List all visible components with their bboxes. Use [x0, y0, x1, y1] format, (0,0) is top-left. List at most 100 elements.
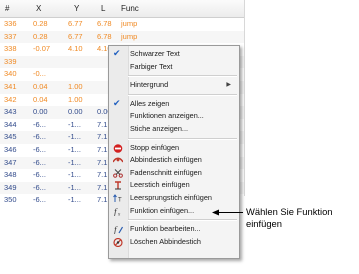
menu-item-gutter — [109, 179, 127, 192]
table-cell-n: 337 — [4, 31, 17, 41]
menu-item-label: Farbiger Text — [130, 61, 173, 71]
table-cell-x: -6... — [33, 132, 46, 142]
menu-separator — [128, 219, 237, 222]
table-cell-y: 6.77 — [68, 19, 83, 28]
menu-item-gutter — [109, 167, 127, 180]
svg-text:f: f — [114, 225, 118, 234]
menu-separator — [128, 137, 237, 140]
table-cell-n: 350 — [4, 195, 17, 205]
table-cell-y: 6.77 — [68, 31, 83, 41]
table-cell-l: 7.1 — [97, 145, 108, 154]
menu-item-leersprungstich-einfügen[interactable]: T Leersprungstich einfügen — [109, 192, 239, 205]
checkmark-icon: ✔ — [113, 48, 121, 58]
table-cell-x: -6... — [33, 195, 46, 205]
table-cell-y: -1... — [68, 119, 81, 129]
menu-item-label: Funktionen anzeigen... — [130, 111, 204, 121]
menu-item-fadenschnitt-einfügen[interactable]: Fadenschnitt einfügen — [109, 167, 239, 180]
table-cell-y: -1... — [68, 132, 81, 142]
menu-item-label: Alles zeigen — [130, 98, 170, 108]
menu-item-abbindestich-einfügen[interactable]: Abbindestich einfügen — [109, 154, 239, 167]
table-cell-n: 343 — [4, 107, 17, 117]
menu-item-gutter — [109, 142, 127, 155]
table-cell-x: 0.28 — [33, 19, 48, 28]
table-cell-x: -0.07 — [33, 44, 51, 54]
callout-text: Wählen Sie Funktion einfügen — [246, 206, 333, 229]
column-header-func[interactable]: Func — [121, 0, 139, 17]
menu-item-leerstich-einfügen[interactable]: Leerstich einfügen — [109, 179, 239, 192]
table-cell-n: 342 — [4, 94, 17, 104]
menu-item-farbiger-text[interactable]: Farbiger Text — [109, 61, 239, 74]
submenu-arrow-icon: ▶ — [226, 82, 231, 89]
table-cell-l: 7.1 — [97, 170, 108, 180]
menu-item-funktionen-anzeigen[interactable]: Funktionen anzeigen... — [109, 110, 239, 123]
column-header-y[interactable]: Y — [74, 0, 79, 17]
table-cell-n: 348 — [4, 170, 17, 180]
table-cell-f: jump — [121, 19, 138, 28]
table-cell-l: 7.1 — [97, 157, 108, 167]
table-cell-n: 345 — [4, 132, 17, 142]
table-cell-n: 346 — [4, 145, 17, 154]
menu-item-gutter: fx — [109, 205, 127, 218]
menu-item-gutter: ✔ — [109, 98, 127, 111]
table-cell-n: 347 — [4, 157, 17, 167]
menu-item-funktion-bearbeiten[interactable]: f Funktion bearbeiten... — [109, 223, 239, 236]
table-cell-x: 0.28 — [33, 31, 48, 41]
menu-separator — [128, 93, 237, 96]
table-cell-f: jump — [121, 31, 138, 41]
menu-item-gutter — [109, 236, 127, 249]
menu-item-stopp-einfügen[interactable]: Stopp einfügen — [109, 142, 239, 155]
table-cell-n: 339 — [4, 56, 17, 66]
table-row[interactable]: 336 0.28 6.77 6.78 jump — [0, 18, 244, 31]
menu-item-label: Hintergrund — [130, 80, 169, 90]
table-cell-y: -1... — [68, 195, 81, 205]
table-cell-l: 7.1 — [97, 132, 108, 142]
table-cell-x: 0.04 — [33, 94, 48, 104]
svg-text:T: T — [118, 198, 122, 204]
table-cell-n: 338 — [4, 44, 17, 54]
menu-item-gutter: ✔ — [109, 48, 127, 61]
menu-item-gutter — [109, 154, 127, 167]
column-header-l[interactable]: L — [101, 0, 105, 17]
table-cell-y: 4.10 — [68, 44, 83, 54]
context-menu: ✔ Schwarzer Text Farbiger Text Hintergrund ▶… — [108, 45, 240, 259]
menu-item-gutter: f — [109, 223, 127, 236]
menu-item-funktion-einfügen[interactable]: f x Funktion einfügen... — [109, 205, 239, 218]
table-cell-x: 0.00 — [33, 107, 48, 117]
menu-item-gutter: T — [109, 192, 127, 205]
menu-item-hintergrund[interactable]: Hintergrund ▶ — [109, 79, 239, 92]
svg-text:x: x — [117, 212, 121, 216]
menu-item-label: Funktion einfügen... — [130, 205, 195, 215]
menu-separator — [128, 75, 237, 78]
table-cell-x: -0... — [33, 69, 46, 79]
menu-item-label: Abbindestich einfügen — [130, 155, 202, 165]
table-cell-l: 7.1 — [97, 195, 108, 205]
menu-item-gutter — [109, 61, 127, 74]
menu-item-label: Schwarzer Text — [130, 49, 180, 58]
menu-item-gutter — [109, 110, 127, 123]
menu-item-gutter — [109, 123, 127, 136]
column-header-x[interactable]: X — [36, 0, 41, 17]
menu-item-löschen-abbindestich[interactable]: Löschen Abbindestich — [109, 236, 239, 249]
menu-item-label: Stopp einfügen — [130, 142, 180, 152]
column-header-index[interactable]: # — [5, 0, 9, 17]
menu-item-label: Fadenschnitt einfügen — [130, 167, 202, 177]
table-cell-y: 1.00 — [68, 82, 83, 91]
menu-item-label: Leerstich einfügen — [130, 180, 190, 190]
menu-item-stiche-anzeigen[interactable]: Stiche anzeigen... — [109, 123, 239, 136]
checkmark-icon: ✔ — [113, 97, 121, 108]
menu-item-schwarzer-text[interactable]: ✔ Schwarzer Text — [109, 48, 239, 61]
table-cell-n: 341 — [4, 82, 17, 91]
menu-item-label: Leersprungstich einfügen — [130, 193, 212, 202]
table-header: # X Y L Func — [0, 0, 244, 18]
menu-item-alles-zeigen[interactable]: ✔ Alles zeigen — [109, 98, 239, 111]
table-cell-y: -1... — [68, 182, 81, 192]
table-cell-x: 0.04 — [33, 82, 48, 91]
table-row[interactable]: 337 0.28 6.77 6.78 jump — [0, 30, 244, 44]
table-cell-n: 349 — [4, 182, 17, 192]
menu-item-label: Stiche anzeigen... — [130, 124, 189, 133]
table-cell-l: 6.78 — [97, 19, 112, 28]
table-cell-n: 336 — [4, 19, 17, 28]
table-cell-y: 0.00 — [68, 107, 83, 117]
table-cell-l: 7.1 — [97, 182, 108, 192]
table-cell-y: -1... — [68, 170, 81, 180]
